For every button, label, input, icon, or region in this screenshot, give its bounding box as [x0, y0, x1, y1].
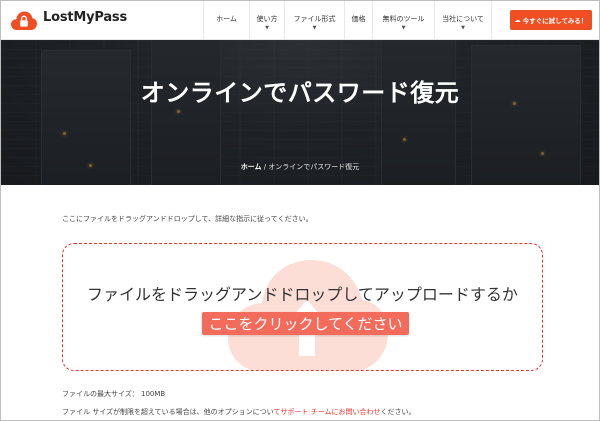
nav-item-label: 無料のツール	[382, 15, 425, 23]
breadcrumb-home-link[interactable]: ホーム	[241, 163, 262, 171]
nav-item-how-to-use[interactable]: 使い方 ▼	[249, 1, 284, 40]
breadcrumb: ホーム / オンラインでパスワード復元	[1, 162, 599, 172]
nav-item-label: ホーム	[216, 15, 237, 23]
cloud-icon: ☁	[514, 16, 521, 24]
nav-item-label: 使い方	[256, 15, 278, 23]
chevron-down-icon: ▼	[312, 25, 317, 31]
nav-item-label: 価格	[351, 15, 366, 23]
breadcrumb-current: オンラインでパスワード復元	[268, 163, 360, 171]
dropzone-text: ファイルをドラッグアンドドロップしてアップロードするか	[87, 285, 518, 304]
contact-support-link[interactable]: てサポート チームにお問い合わせ	[273, 408, 380, 416]
nav-item-free-tools[interactable]: 無料のツール ▼	[372, 1, 434, 40]
chevron-down-icon: ▼	[401, 25, 406, 31]
try-now-label: 今すぐに試してみる！	[522, 17, 588, 25]
brand-name[interactable]: LostMyPass	[43, 10, 127, 25]
chevron-down-icon: ▼	[461, 25, 465, 31]
cloud-lock-logo-icon[interactable]	[10, 7, 38, 33]
main-nav: ホーム 使い方 ▼ ファイル形式 ▼ 価格 無料のツール ▼ 当社について ▼	[203, 1, 492, 40]
site-header: LostMyPass ホーム 使い方 ▼ ファイル形式 ▼ 価格 無料のツール …	[1, 1, 599, 40]
nav-item-home[interactable]: ホーム	[203, 1, 249, 40]
large-file-note: ファイル サイズが制限を超えている場合は、他のオプションについてサポート チーム…	[62, 407, 415, 417]
nav-item-file-formats[interactable]: ファイル形式 ▼	[284, 1, 344, 40]
max-file-size-text: ファイルの最大サイズ： 100MB	[62, 390, 166, 398]
hero-banner: オンラインでパスワード復元 ホーム / オンラインでパスワード復元	[1, 40, 599, 185]
try-now-button[interactable]: ☁ 今すぐに試してみる！	[510, 10, 592, 30]
upload-instruction: ここにファイルをドラッグアンドドロップして、詳細な指示に従ってください。	[62, 215, 313, 223]
nav-item-label: 当社について	[442, 15, 484, 23]
file-dropzone[interactable]: ファイルをドラッグアンドドロップしてアップロードするか ここをクリックしてくださ…	[62, 243, 543, 371]
nav-item-pricing[interactable]: 価格	[344, 1, 372, 40]
chevron-down-icon: ▼	[265, 25, 269, 31]
nav-item-label: ファイル形式	[293, 15, 336, 23]
nav-item-about[interactable]: 当社について ▼	[434, 1, 492, 40]
large-file-note-suffix: ください。	[380, 408, 416, 416]
click-to-upload-button[interactable]: ここをクリックしてください	[202, 312, 409, 335]
page-title: オンラインでパスワード復元	[140, 79, 460, 107]
large-file-note-prefix: ファイル サイズが制限を超えている場合は、他のオプションについ	[62, 408, 274, 416]
